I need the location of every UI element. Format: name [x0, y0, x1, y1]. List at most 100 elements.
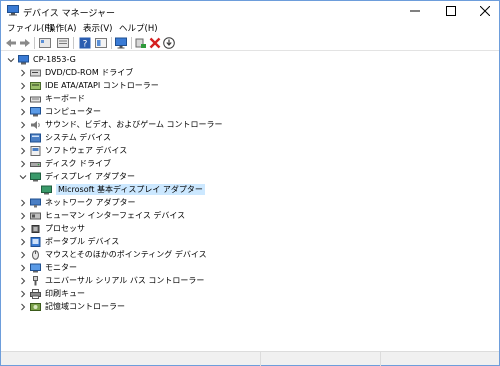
expand-chevron-icon[interactable]: [19, 277, 27, 285]
expand-chevron-icon[interactable]: [19, 82, 27, 90]
tree-item-label: マウスとそのほかのポインティング デバイス: [45, 250, 207, 259]
toolbar: ?: [1, 35, 499, 51]
hid-icon: [30, 212, 41, 219]
toolbar-separator: [131, 37, 132, 49]
tree-item-monitor[interactable]: モニター: [19, 262, 77, 273]
tree-item-label: 印刷キュー: [45, 289, 85, 298]
properties-icon[interactable]: [39, 37, 51, 49]
tree-item-hid[interactable]: ヒューマン インターフェイス デバイス: [19, 210, 185, 221]
menu-help[interactable]: ヘルプ(H): [119, 22, 158, 34]
computer-name-label: CP-1853-G: [33, 55, 76, 64]
collapse-chevron-icon[interactable]: [7, 56, 15, 64]
expand-chevron-icon[interactable]: [19, 251, 27, 259]
network-icon: [30, 198, 41, 207]
tree-root-node[interactable]: CP-1853-G: [7, 54, 76, 65]
tree-item-label: IDE ATA/ATAPI コントローラー: [45, 81, 159, 90]
toolbar-separator: [34, 37, 35, 49]
status-cell: [1, 352, 261, 366]
maximize-button[interactable]: [437, 1, 465, 21]
monitor-icon[interactable]: [115, 37, 127, 49]
back-arrow-icon[interactable]: [5, 37, 17, 49]
tree-item-keyboard[interactable]: キーボード: [19, 93, 85, 104]
tree-item-usb[interactable]: ユニバーサル シリアル バス コントローラー: [19, 275, 204, 286]
tree-item-storage[interactable]: 記憶域コントローラー: [19, 301, 125, 312]
tree-item-display-adapters[interactable]: ディスプレイ アダプター: [19, 171, 135, 182]
toolbar-separator: [73, 37, 74, 49]
keyboard-icon: [30, 96, 41, 102]
mouse-icon: [32, 249, 39, 260]
computer-root-icon: [18, 54, 29, 64]
expand-chevron-icon[interactable]: [19, 134, 27, 142]
menu-view[interactable]: 表示(V): [83, 22, 112, 34]
expand-chevron-icon[interactable]: [19, 225, 27, 233]
tree-item-label: システム デバイス: [45, 133, 112, 142]
processor-icon: [31, 224, 40, 233]
tree-item-basic-display-adapter[interactable]: Microsoft 基本ディスプレイ アダプター: [41, 184, 205, 195]
menu-file[interactable]: ファイル(F): [7, 22, 53, 34]
toolbar-separator: [111, 37, 112, 49]
device-tree: CP-1853-G DVD/CD-ROM ドライブ IDE ATA/ATAPI …: [1, 52, 499, 348]
status-bar: [1, 351, 499, 366]
expand-chevron-icon[interactable]: [19, 303, 27, 311]
tree-item-mouse[interactable]: マウスとそのほかのポインティング デバイス: [19, 249, 207, 260]
title-bar: デバイス マネージャー: [1, 1, 499, 21]
expand-chevron-icon[interactable]: [19, 264, 27, 272]
tree-item-print-queue[interactable]: 印刷キュー: [19, 288, 85, 299]
tree-item-ide[interactable]: IDE ATA/ATAPI コントローラー: [19, 80, 159, 91]
tree-item-label: Microsoft 基本ディスプレイ アダプター: [56, 184, 205, 195]
tree-item-label: モニター: [45, 263, 77, 272]
tree-item-label: 記憶域コントローラー: [45, 302, 125, 311]
minimize-icon: [410, 10, 420, 12]
collapse-chevron-icon[interactable]: [19, 173, 27, 181]
portable-icon: [30, 236, 41, 247]
tree-item-label: DVD/CD-ROM ドライブ: [45, 68, 134, 77]
tree-item-label: ソフトウェア デバイス: [45, 146, 128, 155]
expand-chevron-icon[interactable]: [19, 238, 27, 246]
tree-item-sound[interactable]: サウンド、ビデオ、およびゲーム コントローラー: [19, 119, 223, 130]
sound-icon: [31, 120, 40, 129]
menu-action[interactable]: 操作(A): [47, 22, 76, 34]
expand-chevron-icon[interactable]: [19, 212, 27, 220]
update-icon[interactable]: [57, 37, 69, 49]
system-icon: [30, 133, 41, 142]
close-icon: [480, 6, 490, 16]
uninstall-x-icon[interactable]: [149, 37, 161, 49]
tree-item-label: ユニバーサル シリアル バス コントローラー: [45, 276, 205, 285]
tree-item-system[interactable]: システム デバイス: [19, 132, 111, 143]
expand-chevron-icon[interactable]: [19, 121, 27, 129]
computer-icon: [30, 106, 41, 116]
display-icon: [41, 185, 52, 194]
forward-arrow-icon[interactable]: [19, 37, 31, 49]
tree-item-label: ヒューマン インターフェイス デバイス: [45, 211, 186, 220]
tree-item-software[interactable]: ソフトウェア デバイス: [19, 145, 127, 156]
minimize-button[interactable]: [401, 1, 429, 21]
expand-chevron-icon[interactable]: [19, 69, 27, 77]
tree-item-network[interactable]: ネットワーク アダプター: [19, 197, 136, 208]
tree-item-label: プロセッサ: [45, 224, 85, 233]
display-icon: [30, 172, 41, 181]
disk-icon: [30, 161, 41, 167]
close-button[interactable]: [471, 1, 499, 21]
status-cell: [261, 352, 381, 366]
usb-icon: [33, 275, 38, 285]
tree-item-processor[interactable]: プロセッサ: [19, 223, 85, 234]
tree-item-label: キーボード: [45, 94, 85, 103]
device-manager-window: デバイス マネージャー ファイル(F) 操作(A) 表示(V) ヘルプ(H) ?: [0, 0, 500, 366]
tree-item-computer[interactable]: コンピューター: [19, 106, 101, 117]
tree-item-dvd[interactable]: DVD/CD-ROM ドライブ: [19, 67, 133, 78]
expand-chevron-icon[interactable]: [19, 199, 27, 207]
expand-chevron-icon[interactable]: [19, 290, 27, 298]
expand-chevron-icon[interactable]: [19, 95, 27, 103]
view-icon[interactable]: [95, 37, 107, 49]
scan-icon[interactable]: [163, 37, 175, 49]
expand-chevron-icon[interactable]: [19, 147, 27, 155]
enable-device-icon[interactable]: [135, 37, 147, 49]
dvd-icon: [30, 69, 41, 76]
tree-item-portable[interactable]: ポータブル デバイス: [19, 236, 119, 247]
tree-item-disk[interactable]: ディスク ドライブ: [19, 158, 111, 169]
expand-chevron-icon[interactable]: [19, 108, 27, 116]
help-icon[interactable]: ?: [79, 37, 91, 49]
tree-item-label: ディスク ドライブ: [45, 159, 111, 168]
device-manager-app-icon: [7, 5, 19, 16]
expand-chevron-icon[interactable]: [19, 160, 27, 168]
